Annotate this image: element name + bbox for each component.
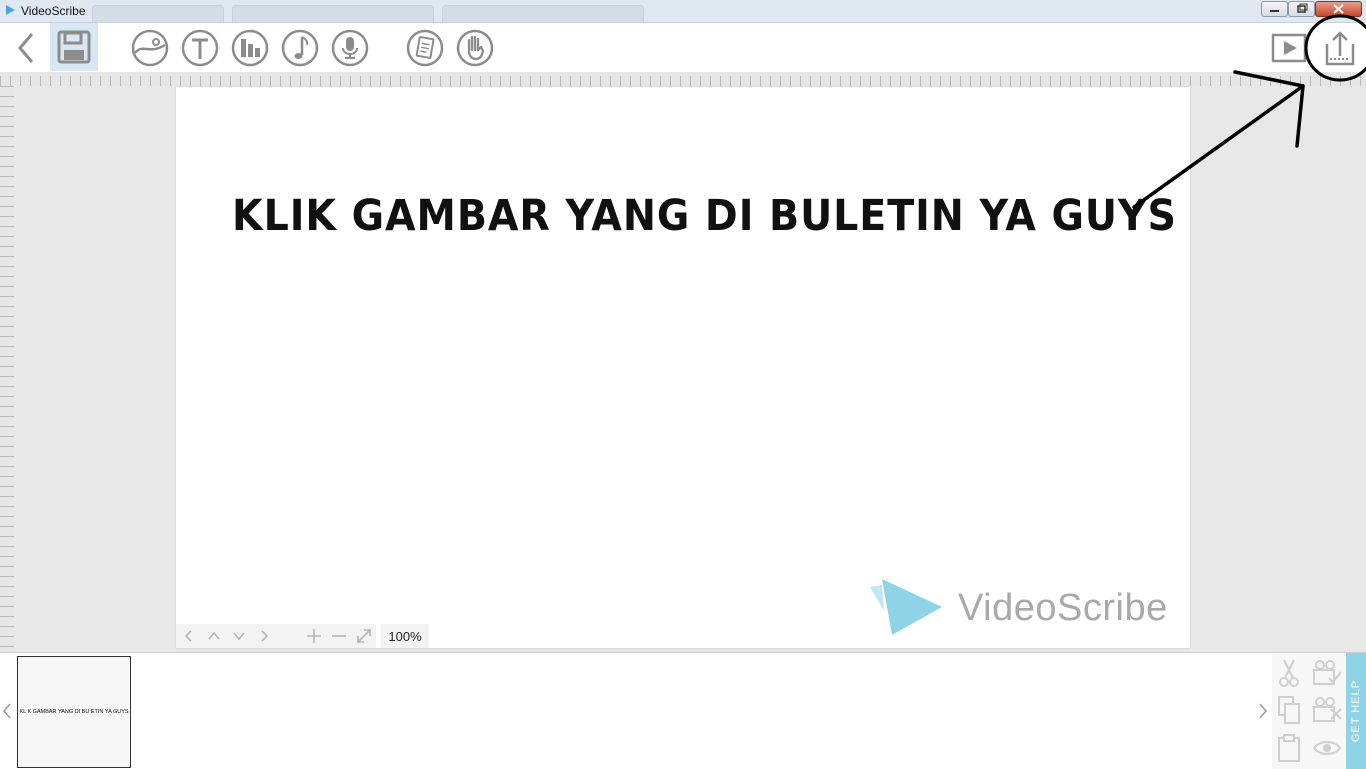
toolbar <box>0 23 1366 72</box>
chevron-down-icon <box>232 632 245 641</box>
pan-left-button[interactable] <box>176 624 201 648</box>
canvas-navigation <box>176 624 376 648</box>
timeline-thumbnail[interactable]: KL K GAMBAR YANG DI BU ETIN YA GUYS <box>17 656 131 768</box>
videoscribe-logo-icon <box>870 579 942 635</box>
document-icon <box>406 29 444 67</box>
zoom-in-button[interactable] <box>301 624 326 648</box>
save-icon <box>57 30 91 64</box>
window-title: VideoScribe <box>21 4 86 18</box>
microphone-icon <box>331 29 369 67</box>
watermark-text: VideoScribe <box>958 586 1168 629</box>
play-icon <box>1271 33 1307 63</box>
play-button[interactable] <box>1270 26 1310 70</box>
horizontal-ruler <box>0 72 1366 86</box>
scribe-canvas[interactable]: KLIK GAMBAR YANG DI BULETIN YA GUYS Vide… <box>176 87 1190 648</box>
background-tab <box>232 5 434 23</box>
copy-icon <box>1278 696 1300 724</box>
preview-button[interactable] <box>1310 731 1344 765</box>
clipboard-icon <box>1278 734 1300 762</box>
videoscribe-logo-icon <box>6 5 15 15</box>
chevron-right-icon <box>260 630 268 642</box>
pan-down-button[interactable] <box>226 624 251 648</box>
share-icon <box>1325 31 1355 66</box>
chevron-left-icon <box>3 703 11 719</box>
add-voiceover-button[interactable] <box>330 26 370 70</box>
cut-button[interactable] <box>1272 656 1306 690</box>
timeline: KL K GAMBAR YANG DI BU ETIN YA GUYS GET … <box>0 652 1366 769</box>
hand-button[interactable] <box>455 26 495 70</box>
camera-check-icon <box>1313 660 1342 685</box>
expand-icon <box>356 629 371 643</box>
restore-button[interactable] <box>1288 1 1315 17</box>
add-music-button[interactable] <box>280 26 320 70</box>
vertical-ruler <box>0 86 14 652</box>
text-icon <box>181 29 219 67</box>
pan-right-button[interactable] <box>251 624 276 648</box>
chevron-left-icon <box>184 630 192 642</box>
camera-x-icon <box>1313 697 1342 722</box>
add-text-button[interactable] <box>180 26 220 70</box>
properties-button[interactable] <box>405 26 445 70</box>
get-help-tab[interactable]: GET HELP <box>1346 653 1366 769</box>
copy-button[interactable] <box>1272 693 1306 727</box>
save-button[interactable] <box>50 23 98 71</box>
camera-set-button[interactable] <box>1310 656 1344 690</box>
add-image-button[interactable] <box>130 26 170 70</box>
zoom-out-button[interactable] <box>326 624 351 648</box>
videoscribe-watermark: VideoScribe <box>870 577 1168 639</box>
chevron-right-icon <box>1259 703 1267 719</box>
back-button[interactable] <box>6 26 46 70</box>
timeline-scroll-right[interactable] <box>1255 693 1271 729</box>
get-help-label: GET HELP <box>1350 679 1362 743</box>
minus-icon <box>331 635 346 637</box>
chevron-up-icon <box>207 631 220 640</box>
timeline-scroll-left[interactable] <box>0 693 14 729</box>
share-button[interactable] <box>1320 26 1360 70</box>
music-icon <box>281 29 319 67</box>
chart-icon <box>231 29 269 67</box>
background-tab <box>92 5 224 23</box>
paste-button[interactable] <box>1272 731 1306 765</box>
thumbnail-text: KL K GAMBAR YANG DI BU ETIN YA GUYS <box>19 709 129 715</box>
scissors-icon <box>1279 659 1299 687</box>
zoom-level[interactable]: 100% <box>381 624 429 648</box>
canvas-headline[interactable]: KLIK GAMBAR YANG DI BULETIN YA GUYS <box>232 191 1177 241</box>
image-icon <box>131 29 169 67</box>
minimize-button[interactable] <box>1261 1 1288 17</box>
add-chart-button[interactable] <box>230 26 270 70</box>
plus-icon <box>306 629 321 643</box>
camera-clear-button[interactable] <box>1310 693 1344 727</box>
background-tab <box>442 5 644 23</box>
pan-up-button[interactable] <box>201 624 226 648</box>
timeline-tools <box>1272 653 1348 769</box>
back-icon <box>18 33 34 63</box>
close-button[interactable] <box>1315 1 1362 17</box>
eye-icon <box>1312 741 1342 755</box>
title-bar: VideoScribe <box>0 0 1366 23</box>
hand-icon <box>456 29 494 67</box>
fit-screen-button[interactable] <box>351 624 376 648</box>
